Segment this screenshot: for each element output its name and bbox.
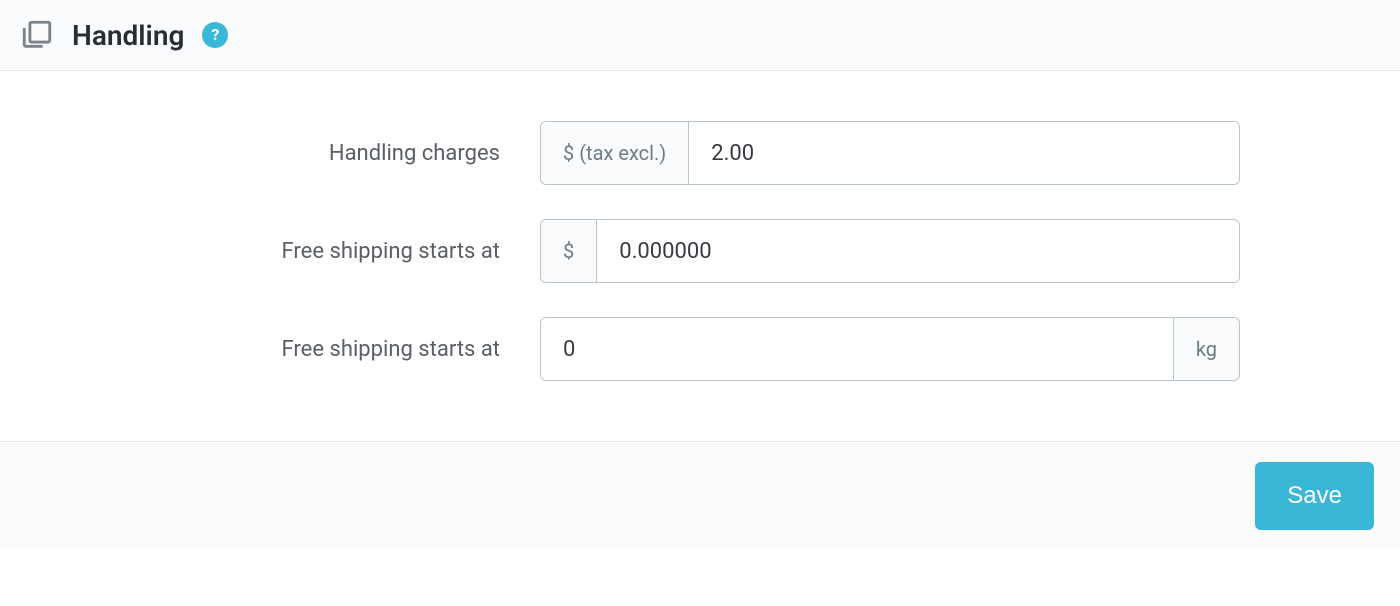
free-shipping-price-input[interactable]: [597, 220, 1239, 282]
row-handling-charges: Handling charges $ (tax excl.): [60, 121, 1340, 185]
row-free-shipping-weight: Free shipping starts at kg: [60, 317, 1340, 381]
save-button[interactable]: Save: [1255, 462, 1374, 530]
panel-body: Handling charges $ (tax excl.) Free ship…: [0, 71, 1400, 441]
label-free-shipping-weight: Free shipping starts at: [60, 337, 540, 362]
panel-icon: [20, 18, 54, 52]
help-icon[interactable]: ?: [202, 22, 228, 48]
handling-panel: Handling ? Handling charges $ (tax excl.…: [0, 0, 1400, 550]
row-free-shipping-price: Free shipping starts at $: [60, 219, 1340, 283]
label-free-shipping-price: Free shipping starts at: [60, 239, 540, 264]
prefix-free-shipping-price: $: [541, 220, 597, 282]
handling-charges-input[interactable]: [689, 122, 1239, 184]
free-shipping-weight-input[interactable]: [541, 318, 1173, 380]
panel-footer: Save: [0, 441, 1400, 550]
suffix-free-shipping-weight: kg: [1173, 318, 1239, 380]
panel-header: Handling ?: [0, 0, 1400, 71]
prefix-handling-charges: $ (tax excl.): [541, 122, 689, 184]
label-handling-charges: Handling charges: [60, 141, 540, 166]
panel-title: Handling: [72, 19, 184, 52]
input-group-handling-charges: $ (tax excl.): [540, 121, 1240, 185]
input-group-free-shipping-weight: kg: [540, 317, 1240, 381]
input-group-free-shipping-price: $: [540, 219, 1240, 283]
